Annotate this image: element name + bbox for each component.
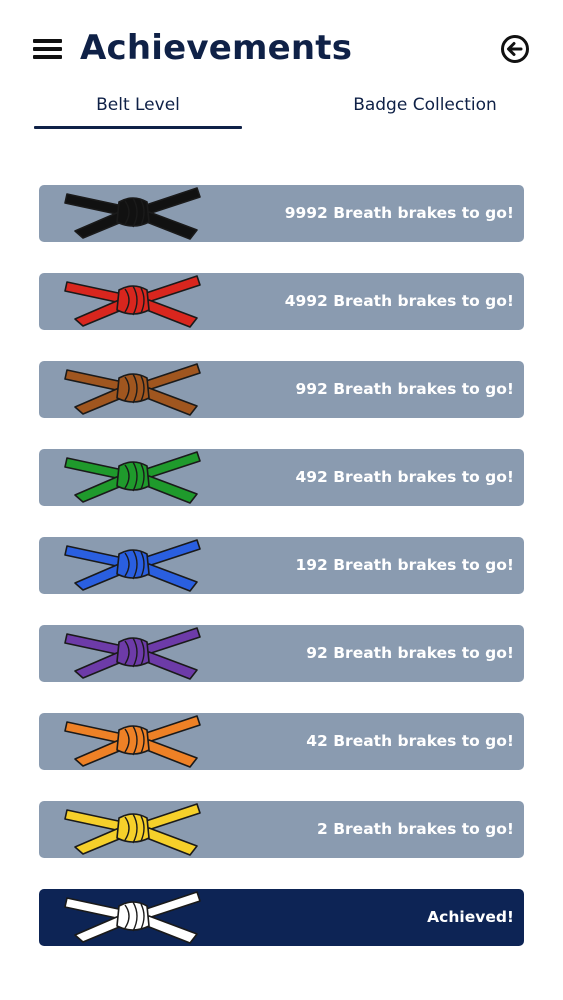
belt-card-yellow[interactable]: 2 Breath brakes to go! bbox=[39, 801, 524, 858]
app-header: Achievements bbox=[0, 0, 563, 90]
belt-list: 9992 Breath brakes to go! 4992 Breath br… bbox=[39, 185, 524, 977]
belt-icon bbox=[64, 803, 201, 856]
belt-card-black[interactable]: 9992 Breath brakes to go! bbox=[39, 185, 524, 242]
belt-status: 2 Breath brakes to go! bbox=[317, 820, 514, 838]
back-button[interactable] bbox=[500, 34, 530, 64]
belt-status: 992 Breath brakes to go! bbox=[295, 380, 514, 398]
tab-badge-collection[interactable]: Badge Collection bbox=[320, 88, 530, 128]
belt-status: Achieved! bbox=[427, 908, 514, 926]
belt-card-brown[interactable]: 992 Breath brakes to go! bbox=[39, 361, 524, 418]
belt-icon bbox=[64, 715, 201, 768]
back-arrow-circle-icon bbox=[501, 35, 529, 63]
belt-status: 192 Breath brakes to go! bbox=[295, 556, 514, 574]
active-tab-indicator bbox=[34, 126, 242, 129]
belt-status: 92 Breath brakes to go! bbox=[306, 644, 514, 662]
belt-card-purple[interactable]: 92 Breath brakes to go! bbox=[39, 625, 524, 682]
belt-status: 492 Breath brakes to go! bbox=[295, 468, 514, 486]
tab-belt-level[interactable]: Belt Level bbox=[34, 88, 242, 128]
belt-icon bbox=[64, 891, 201, 944]
belt-icon bbox=[64, 187, 201, 240]
belt-card-green[interactable]: 492 Breath brakes to go! bbox=[39, 449, 524, 506]
belt-card-orange[interactable]: 42 Breath brakes to go! bbox=[39, 713, 524, 770]
hamburger-icon bbox=[33, 39, 62, 43]
belt-icon bbox=[64, 539, 201, 592]
belt-icon bbox=[64, 363, 201, 416]
tab-bar: Belt Level Badge Collection bbox=[0, 88, 563, 134]
belt-status: 9992 Breath brakes to go! bbox=[284, 204, 514, 222]
menu-button[interactable] bbox=[33, 37, 63, 61]
belt-icon bbox=[64, 627, 201, 680]
belt-icon bbox=[64, 275, 201, 328]
belt-status: 42 Breath brakes to go! bbox=[306, 732, 514, 750]
belt-card-blue[interactable]: 192 Breath brakes to go! bbox=[39, 537, 524, 594]
page-title: Achievements bbox=[80, 28, 353, 68]
belt-card-white[interactable]: Achieved! bbox=[39, 889, 524, 946]
belt-status: 4992 Breath brakes to go! bbox=[284, 292, 514, 310]
belt-icon bbox=[64, 451, 201, 504]
belt-card-red[interactable]: 4992 Breath brakes to go! bbox=[39, 273, 524, 330]
